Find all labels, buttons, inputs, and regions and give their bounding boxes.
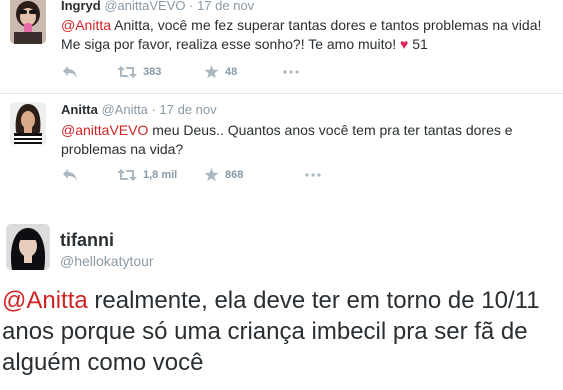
timestamp[interactable]: 17 de nov [197,0,254,13]
separator: · [151,102,156,117]
avatar[interactable] [10,102,46,146]
favorite-icon [204,65,219,79]
retweet-icon [117,65,137,79]
tweet-text: @Anitta Anitta, você me fez superar tant… [61,16,556,54]
more-icon [283,70,299,74]
author-name[interactable]: Anitta [61,102,98,117]
avatar[interactable] [10,0,46,44]
divider [0,93,563,94]
more-icon [305,173,321,177]
author-name[interactable]: tifanni [60,230,114,251]
favorite-button[interactable]: 868 [204,168,243,182]
author-name[interactable]: Ingryd [61,0,101,13]
author-handle[interactable]: @hellokatytour [60,253,154,269]
author-handle[interactable]: @anittaVEVO [104,0,185,13]
author-handle[interactable]: @Anitta [101,102,147,117]
tweet-body: Anitta, você me fez superar tantas dores… [61,17,542,52]
more-button[interactable] [305,173,321,177]
retweet-icon [117,168,137,182]
tweet-1: Ingryd @anittaVEVO · 17 de nov @Anitta A… [0,0,563,96]
reply-icon [62,65,78,79]
mention-link[interactable]: @Anitta [61,17,111,33]
retweet-button[interactable]: 383 [117,65,161,79]
separator: · [189,0,194,13]
mention-link[interactable]: @Anitta [2,287,88,314]
mention-link[interactable]: @anittaVEVO [61,122,148,138]
retweet-count: 383 [143,66,162,78]
favorite-count: 48 [225,66,238,78]
tweet-text: @Anitta realmente, ela deve ter em torno… [2,285,562,378]
reply-button[interactable] [62,168,78,182]
favorite-count: 868 [225,169,244,181]
tweet-text: @anittaVEVO meu Deus.. Quantos anos você… [61,121,531,159]
timestamp[interactable]: 17 de nov [160,102,217,117]
retweet-count: 1,8 mil [143,169,178,181]
favorite-icon [204,168,219,182]
favorite-button[interactable]: 48 [204,65,237,79]
tweet-header: Anitta @Anitta · 17 de nov [61,102,217,118]
avatar[interactable] [6,224,50,270]
tweet-actions: 383 48 [62,65,362,81]
retweet-button[interactable]: 1,8 mil [117,168,177,182]
tweet-2: Anitta @Anitta · 17 de nov @anittaVEVO m… [0,96,563,192]
tweet-header: Ingryd @anittaVEVO · 17 de nov [61,0,254,14]
more-button[interactable] [283,70,299,74]
tweet-body-end: 51 [408,36,428,52]
reply-button[interactable] [62,65,78,79]
tweet-actions: 1,8 mil 868 [62,168,362,184]
reply-icon [62,168,78,182]
